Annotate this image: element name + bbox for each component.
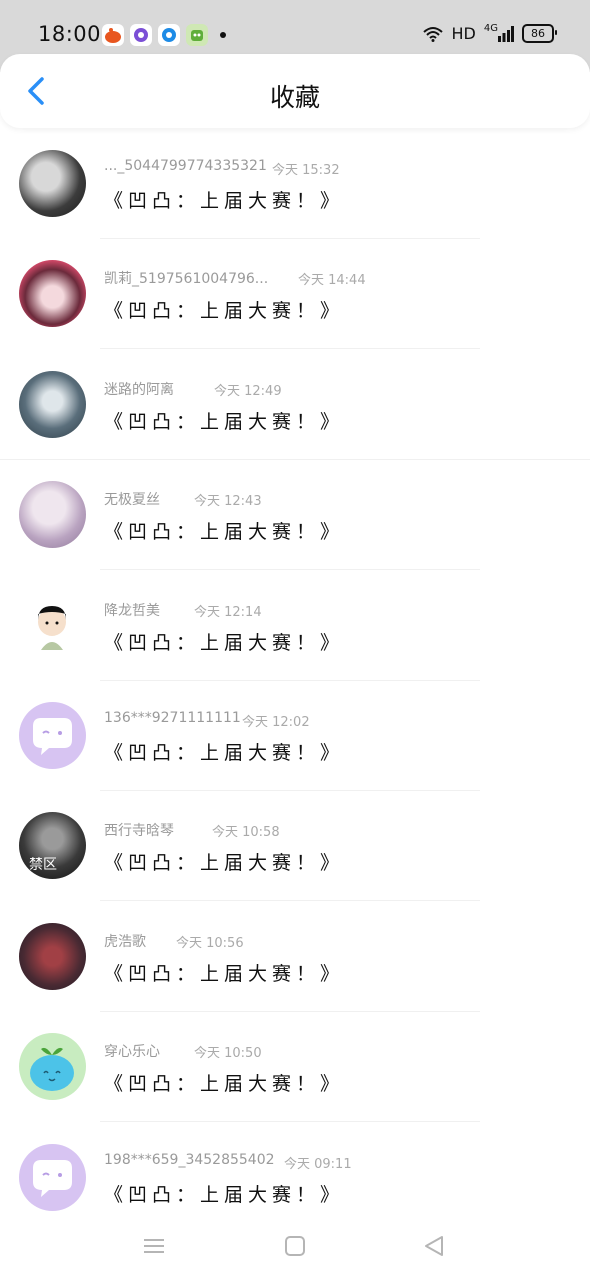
item-name: 西行寺晗琴 [104,823,174,840]
avatar-text: 禁区 [29,857,57,874]
item-name: ..._5044799774335321 [104,158,267,174]
list-item[interactable]: 凯莉_5197561004796... 今天 14:44 《凹凸：上届大赛！》 [0,238,590,350]
item-time: 今天 09:11 [284,1156,352,1172]
avatar[interactable] [19,370,86,438]
item-message: 《凹凸：上届大赛！》 [104,962,345,985]
item-time: 今天 12:49 [214,383,282,399]
status-app-icons [102,24,226,46]
item-message: 《凹凸：上届大赛！》 [104,1183,345,1206]
item-time: 今天 10:58 [212,825,280,841]
app-notify-icon-3 [158,24,180,46]
item-name: 穿心乐心 [104,1044,160,1061]
favorites-list: ..._5044799774335321 今天 15:32 《凹凸：上届大赛！》… [0,128,590,1232]
chat-bubble-icon [33,717,72,755]
item-time: 今天 12:14 [194,604,262,620]
list-item[interactable]: 禁区 西行寺晗琴 今天 10:58 《凹凸：上届大赛！》 [0,790,590,902]
item-name: 降龙哲美 [104,602,160,619]
avatar[interactable] [19,260,86,328]
avatar[interactable] [19,701,86,769]
item-time: 今天 12:43 [194,494,262,510]
item-name: 虎浩歌 [104,933,146,950]
triangle-back-icon [425,1236,443,1256]
system-nav-bar [0,1212,590,1280]
avatar[interactable] [19,1143,86,1211]
chat-bubble-icon [33,1159,72,1197]
avatar[interactable] [19,150,86,217]
item-message: 《凹凸：上届大赛！》 [104,521,345,544]
item-name: 无极夏丝 [104,492,160,509]
avatar[interactable] [19,591,86,659]
menu-button[interactable] [140,1232,168,1260]
list-item[interactable]: 穿心乐心 今天 10:50 《凹凸：上届大赛！》 [0,1011,590,1123]
battery-icon: 86 [522,24,557,43]
avatar[interactable] [19,1033,86,1101]
list-item[interactable]: 136***9271111111 今天 12:02 《凹凸：上届大赛！》 [0,680,590,791]
menu-icon [144,1239,164,1253]
app-notify-icon-1 [102,24,124,46]
wifi-icon [422,26,443,42]
square-icon [285,1236,305,1256]
list-item[interactable]: 降龙哲美 今天 12:14 《凹凸：上届大赛！》 [0,570,590,681]
item-message: 《凹凸：上届大赛！》 [104,852,345,875]
list-item[interactable]: ..._5044799774335321 今天 15:32 《凹凸：上届大赛！》 [0,128,590,239]
list-item[interactable]: 无极夏丝 今天 12:43 《凹凸：上届大赛！》 [0,459,590,571]
signal-bars-icon [498,25,514,42]
status-right: HD 4G 86 [422,23,557,43]
battery-level: 86 [531,27,545,40]
item-time: 今天 10:50 [194,1046,262,1062]
item-time: 今天 12:02 [242,714,310,730]
avatar[interactable]: 禁区 [19,812,86,880]
app-notify-icon-4 [186,24,208,46]
cartoon-avatar-icon [38,605,66,650]
item-message: 《凹凸：上届大赛！》 [104,410,345,433]
item-time: 今天 15:32 [272,163,340,178]
nav-back-button[interactable] [420,1232,448,1260]
avatar[interactable] [19,481,86,549]
item-name: 198***659_3452855402 [104,1151,275,1168]
item-message: 《凹凸：上届大赛！》 [104,741,345,764]
item-name: 136***9271111111 [104,709,241,726]
sprout-blob-icon [30,1047,74,1092]
item-name: 凯莉_5197561004796... [104,271,269,288]
list-item[interactable]: 虎浩歌 今天 10:56 《凹凸：上届大赛！》 [0,901,590,1012]
page-title: 收藏 [269,83,320,112]
notification-dot-icon [220,32,226,38]
item-message: 《凹凸：上届大赛！》 [104,190,345,212]
home-button[interactable] [281,1232,309,1260]
item-time: 今天 10:56 [176,935,244,951]
app-notify-icon-2 [130,24,152,46]
item-message: 《凹凸：上届大赛！》 [104,300,345,323]
avatar[interactable] [19,922,86,990]
item-message: 《凹凸：上届大赛！》 [104,1073,345,1096]
status-time: 18:00 [38,22,102,46]
item-time: 今天 14:44 [298,273,366,289]
header-bar: 收藏 [0,54,590,128]
signal-4g-label: 4G [483,23,498,34]
item-name: 迷路的阿离 [104,381,174,398]
list-item[interactable]: 迷路的阿离 今天 12:49 《凹凸：上届大赛！》 [0,349,590,460]
network-hd-label: HD [451,24,476,43]
item-message: 《凹凸：上届大赛！》 [104,631,345,654]
